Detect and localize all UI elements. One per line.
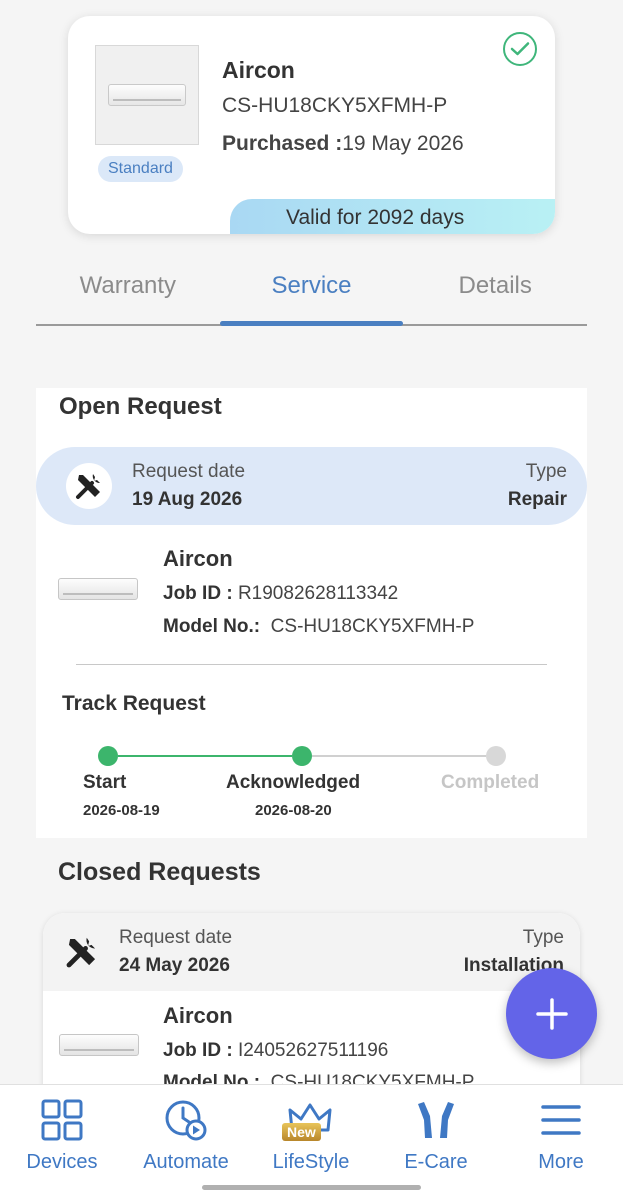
- tab-details[interactable]: Details: [403, 260, 587, 324]
- request-type-label: Type: [525, 461, 567, 482]
- nav-more[interactable]: More: [499, 1095, 623, 1174]
- request-date-label: Request date: [132, 461, 246, 482]
- request-date: 24 May 2026: [119, 955, 230, 976]
- nav-devices[interactable]: Devices: [0, 1095, 124, 1174]
- open-request-panel: Open Request Request date 19 Aug 2026 Ty…: [36, 388, 587, 838]
- nav-automate-label: Automate: [143, 1151, 229, 1173]
- job-id-value: R19082628113342: [237, 583, 399, 604]
- step-completed-dot: [486, 746, 506, 766]
- nav-lifestyle[interactable]: New LifeStyle: [249, 1095, 373, 1174]
- tab-service[interactable]: Service: [219, 260, 404, 326]
- open-request-header[interactable]: Request date 19 Aug 2026 Type Repair: [36, 447, 587, 525]
- job-id: Job ID : R19082628113342: [163, 583, 398, 605]
- aircon-image: [58, 578, 138, 600]
- step-start-dot: [98, 746, 118, 766]
- step-acknowledged-label: Acknowledged: [226, 772, 361, 793]
- request-date: 19 Aug 2026: [132, 489, 243, 510]
- purchase-date-value: 19 May 2026: [342, 132, 464, 155]
- purchase-date-label: Purchased :: [222, 132, 343, 155]
- step-start-label: Start: [83, 772, 127, 793]
- aircon-image: [108, 84, 186, 106]
- aircon-image: [59, 1034, 139, 1056]
- bottom-navigation: Devices Automate New LifeStyle E-Care Mo…: [0, 1084, 623, 1200]
- validity-banner: Valid for 2092 days: [230, 199, 555, 234]
- tools-icon: [63, 933, 101, 976]
- item-name: Aircon: [163, 1003, 233, 1028]
- item-name: Aircon: [163, 546, 233, 571]
- clock-play-icon: [124, 1095, 248, 1145]
- track-request-title: Track Request: [62, 692, 206, 715]
- step-acknowledged-dot: [292, 746, 312, 766]
- nav-automate[interactable]: Automate: [124, 1095, 248, 1174]
- closed-request-card[interactable]: Request date 24 May 2026 Type Installati…: [43, 913, 580, 1113]
- check-circle-icon: [503, 32, 537, 66]
- warranty-type-badge: Standard: [98, 156, 183, 182]
- nav-lifestyle-label: LifeStyle: [272, 1151, 350, 1173]
- progress-line-done: [118, 755, 292, 757]
- request-type: Repair: [507, 489, 567, 510]
- open-request-title: Open Request: [59, 393, 222, 420]
- tab-bar: Warranty Service Details: [36, 260, 587, 326]
- tools-icon: [66, 463, 112, 509]
- purchase-date: Purchased :19 May 2026: [222, 132, 464, 156]
- nav-e-care-label: E-Care: [404, 1151, 468, 1173]
- menu-icon: [499, 1095, 623, 1145]
- job-id-label: Job ID :: [163, 1040, 233, 1061]
- crown-icon: New: [249, 1095, 373, 1145]
- nav-e-care[interactable]: E-Care: [374, 1095, 498, 1174]
- job-id-label: Job ID :: [163, 583, 233, 604]
- model-no-label: Model No.:: [163, 616, 261, 637]
- nav-more-label: More: [538, 1151, 584, 1173]
- model-no-value: CS-HU18CKY5XFMH-P: [270, 616, 475, 637]
- product-card[interactable]: Standard Aircon CS-HU18CKY5XFMH-P Purcha…: [68, 16, 555, 234]
- step-start-date: 2026-08-19: [83, 802, 160, 819]
- job-id-value: I24052627511196: [237, 1040, 389, 1061]
- closed-request-header: Request date 24 May 2026 Type Installati…: [43, 913, 580, 991]
- tab-warranty[interactable]: Warranty: [36, 260, 220, 324]
- product-model: CS-HU18CKY5XFMH-P: [222, 94, 448, 117]
- request-type-label: Type: [522, 927, 564, 948]
- new-badge: New: [282, 1123, 321, 1141]
- add-request-button[interactable]: [506, 968, 597, 1059]
- home-indicator[interactable]: [202, 1185, 421, 1190]
- progress-line-pending: [312, 755, 486, 757]
- product-image: [95, 45, 199, 145]
- divider: [76, 664, 547, 665]
- closed-requests-title: Closed Requests: [58, 858, 261, 886]
- job-id: Job ID : I24052627511196: [163, 1040, 388, 1062]
- nav-devices-label: Devices: [26, 1151, 98, 1173]
- model-no: Model No.: CS-HU18CKY5XFMH-P: [163, 616, 474, 638]
- plus-icon: [535, 997, 568, 1030]
- step-acknowledged-date: 2026-08-20: [255, 802, 332, 819]
- step-completed-label: Completed: [441, 772, 540, 793]
- grid-icon: [0, 1095, 124, 1145]
- wrench-hands-icon: [374, 1095, 498, 1145]
- request-date-label: Request date: [119, 927, 233, 948]
- product-name: Aircon: [222, 57, 295, 83]
